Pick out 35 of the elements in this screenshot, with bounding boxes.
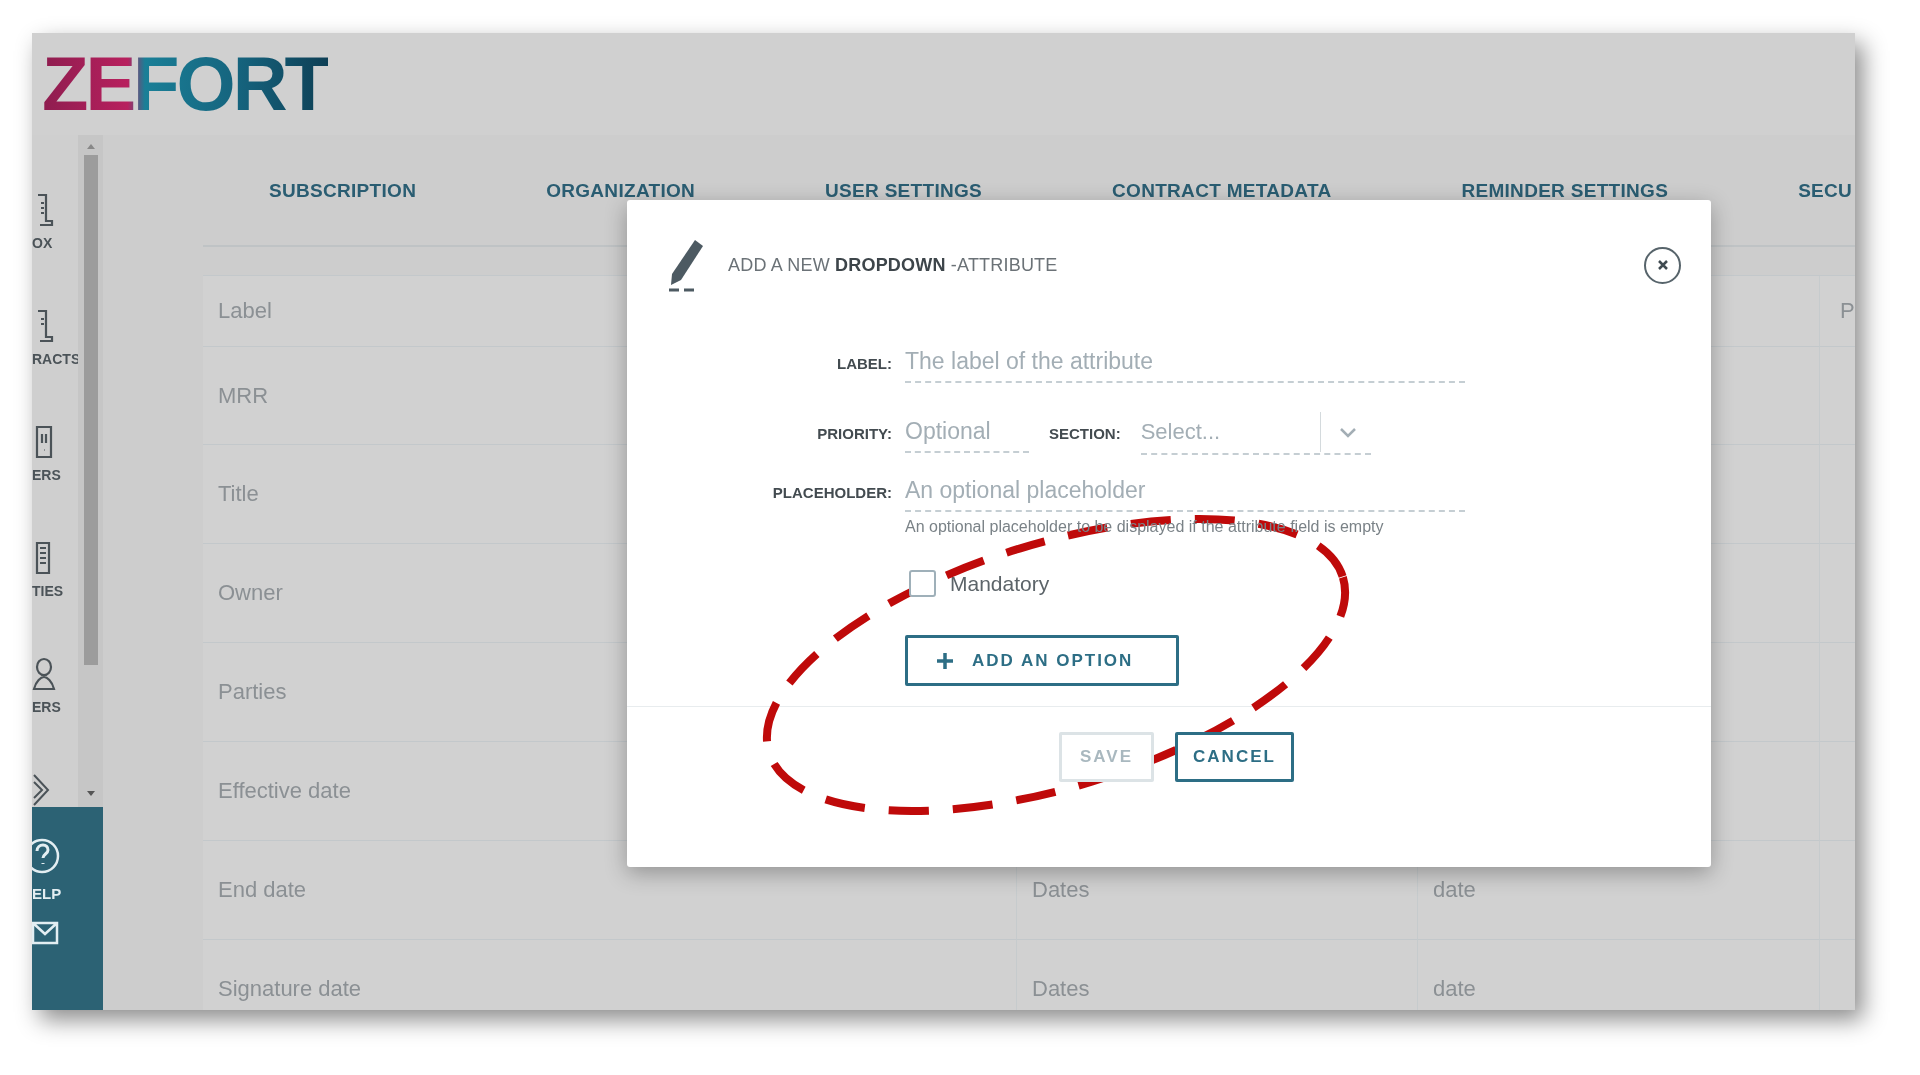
nav-label[interactable]: TIES xyxy=(32,583,64,599)
input-field[interactable]: An optional placeholder xyxy=(905,473,1465,512)
nav-label[interactable]: ERS xyxy=(32,699,61,715)
nav-label[interactable]: OX xyxy=(32,235,53,251)
table-cell: date xyxy=(1418,940,1820,1010)
settings-tab[interactable]: SUBSCRIPTION xyxy=(269,180,417,202)
scrollbar[interactable] xyxy=(78,135,103,807)
input-field[interactable]: Optional xyxy=(905,413,1029,453)
chevron-down-icon xyxy=(1338,426,1357,438)
plus-icon xyxy=(936,651,954,670)
field-label: PLACEHOLDER: xyxy=(772,484,892,501)
settings-tab[interactable]: SECU xyxy=(1798,180,1853,202)
column-header: P xyxy=(1820,276,1855,347)
field-label: PRIORITY: xyxy=(817,424,892,442)
field-label: SECTION: xyxy=(1049,424,1121,442)
settings-tab[interactable]: REMINDER SETTINGS xyxy=(1461,180,1669,202)
close-icon xyxy=(1656,259,1669,271)
settings-tab[interactable]: ORGANIZATION xyxy=(546,180,696,202)
input-field[interactable]: The label of the attribute xyxy=(905,344,1465,383)
nav-label[interactable]: RACTS xyxy=(32,351,81,367)
settings-tab[interactable]: USER SETTINGS xyxy=(825,180,983,202)
add-option-button[interactable]: ADD AN OPTION xyxy=(905,635,1179,686)
mail-icon[interactable] xyxy=(32,920,60,946)
nav-label[interactable]: ELP xyxy=(32,885,103,902)
table-cell: Signature date xyxy=(203,940,1017,1010)
field-label: LABEL: xyxy=(837,355,892,372)
nav-label[interactable]: ERS xyxy=(32,467,61,483)
chevron-right-icon[interactable] xyxy=(32,773,52,807)
dialog-button[interactable]: CANCEL xyxy=(1175,732,1294,782)
table-cell: Dates xyxy=(1017,940,1418,1010)
close-button[interactable] xyxy=(1644,246,1681,284)
checkbox[interactable] xyxy=(909,570,936,597)
dialog-title: ADD A NEW DROPDOWN -ATTRIBUTE xyxy=(728,254,1058,276)
settings-tab[interactable]: CONTRACT METADATA xyxy=(1112,180,1332,202)
person-icon[interactable] xyxy=(32,657,56,693)
